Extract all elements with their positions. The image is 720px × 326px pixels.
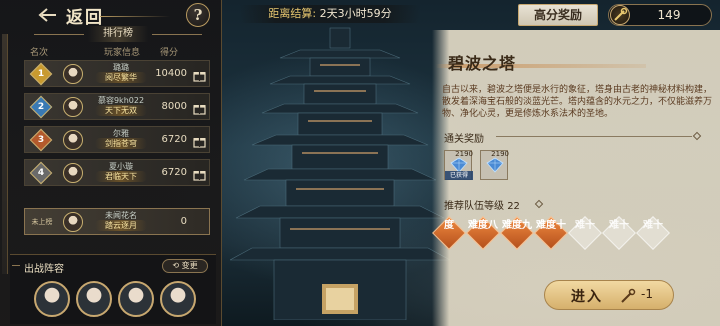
back-button[interactable]: 返回 bbox=[66, 3, 104, 28]
blue-gem-icon bbox=[486, 157, 504, 173]
rank-row[interactable]: 3 尔雅 剑指苍穹 6720 bbox=[24, 126, 210, 153]
difficulty-label: 难十 bbox=[643, 220, 663, 231]
key-icon bbox=[619, 287, 637, 305]
leaderboard-title: 排行榜 bbox=[88, 26, 148, 42]
player-title-badge: 君临天下 bbox=[95, 171, 147, 182]
rank-row[interactable]: 2 慕容9kh022 天下无双 8000 bbox=[24, 93, 210, 120]
self-title: 踏云逐月 bbox=[95, 220, 147, 231]
tower-info-panel: 碧波之塔 自古以来，碧波之塔便是水行的象征，塔身由古老的神秘材料构建，散发着深海… bbox=[432, 30, 720, 326]
difficulty-selector: 度难度八 难度九 难度十 难十 难十 难十 bbox=[432, 216, 720, 256]
gift-icon[interactable] bbox=[193, 166, 206, 181]
hero-portrait-1[interactable] bbox=[34, 281, 70, 317]
currency-counter: 149 bbox=[608, 4, 712, 26]
pagoda-tower-illustration bbox=[230, 27, 450, 320]
tower-description: 自古以来，碧波之塔便是水行的象征，塔身由古老的神秘材料构建，散发着深海宝石般的淡… bbox=[442, 85, 713, 119]
difficulty-label: 难十 bbox=[609, 220, 629, 231]
change-lineup-button[interactable]: ⟲ 变更 bbox=[162, 259, 208, 273]
swap-icon: ⟲ bbox=[172, 261, 180, 270]
difficulty-option[interactable]: 难度九 bbox=[500, 216, 534, 250]
hero-portrait-2[interactable] bbox=[76, 281, 112, 317]
difficulty-option[interactable]: 难度十 bbox=[534, 216, 568, 250]
player-avatar bbox=[63, 130, 83, 150]
rank-badge-icon: 1 bbox=[29, 62, 53, 86]
leaderboard-panel: 返回 ? 排行榜 名次 玩家信息 得分 1 璐璐 阅尽繁华 10400 2 慕容9kh02… bbox=[0, 0, 222, 326]
difficulty-option[interactable]: 难十 bbox=[568, 216, 602, 250]
player-score: 10400 bbox=[155, 68, 187, 79]
claimed-tag: 已获得 bbox=[445, 171, 473, 180]
difficulty-option[interactable]: 难十 bbox=[602, 216, 636, 250]
col-rank: 名次 bbox=[30, 48, 49, 58]
player-title-badge: 天下无双 bbox=[95, 105, 147, 116]
side-scroll-tab[interactable] bbox=[2, 34, 8, 274]
tower-name: 碧波之塔 bbox=[448, 54, 517, 73]
difficulty-option[interactable]: 度 bbox=[432, 216, 466, 250]
self-rank-row[interactable]: 未上榜 未闻花名 踏云逐月 0 bbox=[24, 208, 210, 235]
col-player: 玩家信息 bbox=[104, 48, 141, 58]
self-rank-label: 未上榜 bbox=[31, 218, 53, 226]
player-title-badge: 剑指苍穹 bbox=[95, 138, 147, 149]
player-score: 6720 bbox=[161, 167, 187, 178]
divider-diamond-icon bbox=[534, 199, 544, 209]
countdown-label: 距离结算: bbox=[268, 7, 317, 20]
lineup-title: 出战阵容 bbox=[24, 264, 64, 275]
difficulty-option[interactable]: 难度八 bbox=[466, 216, 500, 250]
rank-badge-icon: 3 bbox=[29, 128, 53, 152]
hero-portrait-4[interactable] bbox=[160, 281, 196, 317]
difficulty-label: 难度十 bbox=[536, 220, 566, 231]
player-score: 6720 bbox=[161, 134, 187, 145]
reward-item[interactable]: 2190 已获得 bbox=[444, 150, 473, 180]
rank-badge-icon: 4 bbox=[29, 161, 53, 185]
change-lineup-label: 变更 bbox=[181, 261, 198, 270]
gift-icon[interactable] bbox=[193, 133, 206, 148]
leaderboard-title-bar: 排行榜 bbox=[30, 26, 206, 42]
help-button[interactable]: ? bbox=[186, 3, 210, 27]
divider-diamond-icon bbox=[692, 131, 702, 141]
difficulty-label: 难十 bbox=[575, 220, 595, 231]
rank-badge-icon: 2 bbox=[29, 95, 53, 119]
recommend-level-value: 22 bbox=[507, 201, 520, 212]
settlement-countdown: 距离结算: 2天3小时59分 bbox=[240, 5, 420, 23]
hero-portrait-3[interactable] bbox=[118, 281, 154, 317]
currency-amount: 149 bbox=[657, 8, 681, 22]
high-score-reward-button[interactable]: 高分奖励 bbox=[518, 4, 598, 26]
gift-icon[interactable] bbox=[193, 67, 206, 82]
reward-item[interactable]: 2190 bbox=[480, 150, 509, 180]
clear-rewards-title: 通关奖励 bbox=[444, 134, 484, 145]
difficulty-label: 难度八 bbox=[468, 220, 498, 231]
player-title-badge: 阅尽繁华 bbox=[95, 72, 147, 83]
difficulty-label: 难度九 bbox=[502, 220, 532, 231]
rank-row[interactable]: 4 夏小璇 君临天下 6720 bbox=[24, 159, 210, 186]
back-divider bbox=[100, 16, 170, 17]
col-score: 得分 bbox=[160, 48, 179, 58]
self-avatar bbox=[63, 212, 83, 232]
gift-icon[interactable] bbox=[193, 100, 206, 115]
clear-rewards-divider bbox=[496, 136, 692, 137]
player-avatar bbox=[63, 163, 83, 183]
rank-row[interactable]: 1 璐璐 阅尽繁华 10400 bbox=[24, 60, 210, 87]
leaderboard-column-headers: 名次 玩家信息 得分 bbox=[24, 45, 214, 58]
enter-label: 进入 bbox=[571, 289, 603, 305]
recommend-level-label: 推荐队伍等级 22 bbox=[444, 201, 520, 212]
back-arrow-icon[interactable] bbox=[36, 6, 58, 24]
lineup-panel: 出战阵容 ⟲ 变更 bbox=[10, 254, 216, 324]
enter-cost: -1 bbox=[641, 287, 653, 301]
difficulty-label: 度 bbox=[444, 220, 454, 231]
lineup-title-deco bbox=[12, 265, 20, 266]
player-avatar bbox=[63, 64, 83, 84]
difficulty-option[interactable]: 难十 bbox=[636, 216, 670, 250]
self-score: 0 bbox=[180, 216, 187, 227]
player-avatar bbox=[63, 97, 83, 117]
countdown-value: 2天3小时59分 bbox=[319, 7, 392, 20]
key-currency-icon bbox=[610, 5, 630, 25]
enter-button[interactable]: 进入 -1 bbox=[544, 280, 674, 310]
player-score: 8000 bbox=[161, 101, 187, 112]
